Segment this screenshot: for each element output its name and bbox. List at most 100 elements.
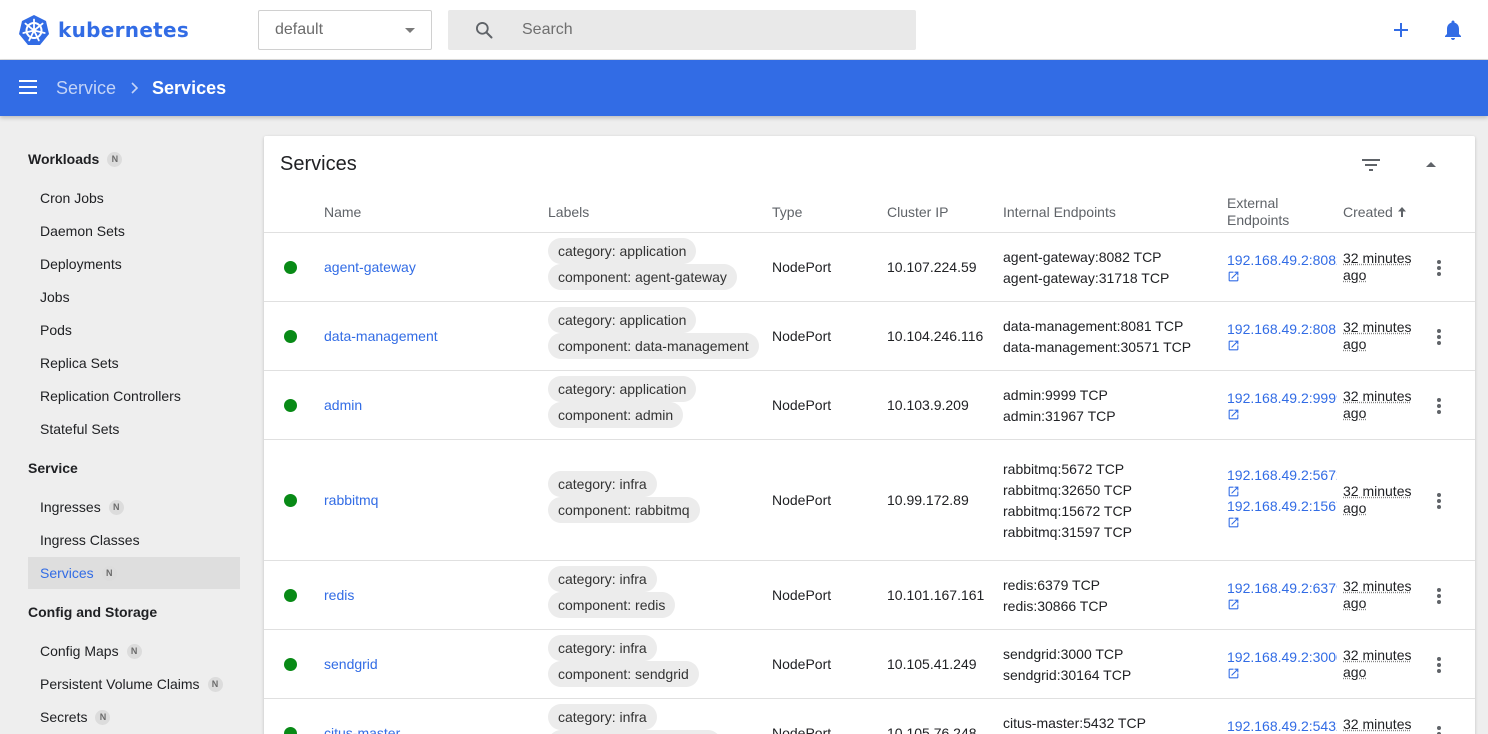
table-row: admin category: application component: adm…: [264, 371, 1475, 440]
created-age: 32 minutes: [1343, 250, 1411, 266]
sidebar-item-ingress-classes[interactable]: Ingress Classes: [28, 524, 240, 556]
sidebar-item-services[interactable]: Services N: [28, 557, 240, 589]
service-name-link[interactable]: agent-gateway: [324, 259, 416, 275]
column-header-external-endpoints: External Endpoints: [1227, 195, 1289, 229]
label-chip[interactable]: category: application: [548, 376, 696, 402]
sidebar-item-daemon-sets[interactable]: Daemon Sets: [28, 215, 240, 247]
sidebar-heading-service[interactable]: Service: [28, 460, 78, 476]
sidebar-item-label: Daemon Sets: [40, 223, 125, 239]
internal-endpoint: redis:6379 TCP: [1003, 575, 1108, 596]
label-chip[interactable]: component: admin: [548, 402, 683, 428]
app-name: kubernetes: [58, 18, 189, 42]
more-vert-icon[interactable]: [1427, 256, 1451, 280]
search-box[interactable]: [448, 10, 916, 50]
type-cell: NodePort: [772, 656, 831, 672]
column-header-labels: Labels: [548, 204, 589, 221]
status-ok-icon: [284, 589, 297, 602]
sidebar-item-label: Persistent Volume Claims: [40, 676, 200, 692]
sidebar-item-persistent-volume-claims[interactable]: Persistent Volume Claims N: [28, 668, 240, 700]
sidebar: Workloads N Cron Jobs Daemon Sets Deploy…: [0, 116, 256, 734]
open-in-new-icon[interactable]: [1227, 270, 1240, 283]
created-age: 32 minutes: [1343, 716, 1411, 732]
sidebar-item-deployments[interactable]: Deployments: [28, 248, 240, 280]
label-chip[interactable]: component: rabbitmq: [548, 497, 700, 523]
label-chip[interactable]: category: infra: [548, 566, 657, 592]
more-vert-icon[interactable]: [1427, 489, 1451, 513]
open-in-new-icon[interactable]: [1227, 667, 1240, 680]
more-vert-icon[interactable]: [1427, 394, 1451, 418]
sidebar-item-secrets[interactable]: Secrets N: [28, 701, 240, 733]
logo[interactable]: kubernetes: [18, 14, 189, 46]
label-chip[interactable]: category: infra: [548, 704, 657, 730]
external-endpoint-link[interactable]: 192.168.49.2:8082: [1227, 252, 1337, 269]
label-chip[interactable]: component: sendgrid: [548, 661, 699, 687]
sidebar-heading-label: Workloads: [28, 151, 99, 167]
service-name-link[interactable]: rabbitmq: [324, 492, 378, 508]
menu-icon[interactable]: [18, 76, 40, 98]
label-chip[interactable]: component: redis: [548, 592, 675, 618]
label-chip[interactable]: category: infra: [548, 471, 657, 497]
open-in-new-icon[interactable]: [1227, 408, 1240, 421]
open-in-new-icon[interactable]: [1227, 339, 1240, 352]
namespaced-badge: N: [95, 710, 110, 725]
open-in-new-icon[interactable]: [1227, 516, 1240, 529]
sidebar-item-jobs[interactable]: Jobs: [28, 281, 240, 313]
collapse-icon[interactable]: [1419, 153, 1443, 177]
external-endpoint-link[interactable]: 192.168.49.2:6379: [1227, 580, 1337, 597]
plus-icon[interactable]: [1389, 18, 1413, 42]
open-in-new-icon[interactable]: [1227, 485, 1240, 498]
more-vert-icon[interactable]: [1427, 325, 1451, 349]
created-cell: 32 minutesago: [1343, 578, 1423, 612]
table-row: sendgrid category: infra component: sendgr…: [264, 630, 1475, 699]
external-endpoints-cell: 192.168.49.2:8081: [1227, 321, 1337, 352]
label-chip[interactable]: component: agent-gateway: [548, 264, 737, 290]
column-header-name[interactable]: Name: [324, 204, 361, 221]
label-chip[interactable]: category: application: [548, 238, 696, 264]
filter-icon[interactable]: [1359, 153, 1383, 177]
service-name-link[interactable]: sendgrid: [324, 656, 378, 672]
created-age-suffix: ago: [1343, 664, 1366, 680]
more-vert-icon[interactable]: [1427, 653, 1451, 677]
more-vert-icon[interactable]: [1427, 722, 1451, 734]
external-endpoint-link[interactable]: 192.168.49.2:5432: [1227, 718, 1337, 734]
label-chip[interactable]: category: application: [548, 307, 696, 333]
service-name-link[interactable]: citus-master: [324, 725, 400, 734]
sidebar-item-label: Pods: [40, 322, 72, 338]
sidebar-item-label: Stateful Sets: [40, 421, 119, 437]
sort-arrow-up-icon: [1396, 206, 1408, 218]
external-endpoint-link[interactable]: 192.168.49.2:5672: [1227, 467, 1337, 484]
sidebar-item-replica-sets[interactable]: Replica Sets: [28, 347, 240, 379]
namespace-select[interactable]: default: [258, 10, 432, 50]
bell-icon[interactable]: [1441, 18, 1465, 42]
column-header-created[interactable]: Created: [1343, 204, 1408, 221]
sidebar-item-pods[interactable]: Pods: [28, 314, 240, 346]
label-chip[interactable]: category: infra: [548, 635, 657, 661]
sidebar-heading-config-and-storage[interactable]: Config and Storage: [28, 604, 157, 620]
sidebar-heading-label: Config and Storage: [28, 604, 157, 620]
more-vert-icon[interactable]: [1427, 584, 1451, 608]
sidebar-item-config-maps[interactable]: Config Maps N: [28, 635, 240, 667]
external-endpoint-link[interactable]: 192.168.49.2:15672: [1227, 498, 1337, 515]
label-chip[interactable]: component: citus-master: [548, 730, 721, 734]
external-endpoint-link[interactable]: 192.168.49.2:8081: [1227, 321, 1337, 338]
sidebar-item-stateful-sets[interactable]: Stateful Sets: [28, 413, 240, 445]
created-age: 32 minutes: [1343, 647, 1411, 663]
search-input[interactable]: [522, 21, 882, 39]
service-name-link[interactable]: data-management: [324, 328, 438, 344]
sidebar-item-ingresses[interactable]: Ingresses N: [28, 491, 240, 523]
breadcrumb-service[interactable]: Service: [56, 78, 116, 99]
sidebar-heading-workloads[interactable]: Workloads N: [28, 151, 122, 167]
external-endpoint-link[interactable]: 192.168.49.2:9999: [1227, 390, 1337, 407]
internal-endpoint: sendgrid:3000 TCP: [1003, 644, 1131, 665]
created-age: 32 minutes: [1343, 578, 1411, 594]
created-cell: 32 minutesago: [1343, 716, 1423, 734]
sidebar-item-replication-controllers[interactable]: Replication Controllers: [28, 380, 240, 412]
internal-endpoint: rabbitmq:31597 TCP: [1003, 522, 1132, 543]
service-name-link[interactable]: redis: [324, 587, 354, 603]
service-name-link[interactable]: admin: [324, 397, 362, 413]
open-in-new-icon[interactable]: [1227, 598, 1240, 611]
sidebar-item-cron-jobs[interactable]: Cron Jobs: [28, 182, 240, 214]
internal-endpoints-cell: admin:9999 TCP admin:31967 TCP: [1003, 385, 1116, 427]
label-chip[interactable]: component: data-management: [548, 333, 759, 359]
external-endpoint-link[interactable]: 192.168.49.2:3000: [1227, 649, 1337, 666]
